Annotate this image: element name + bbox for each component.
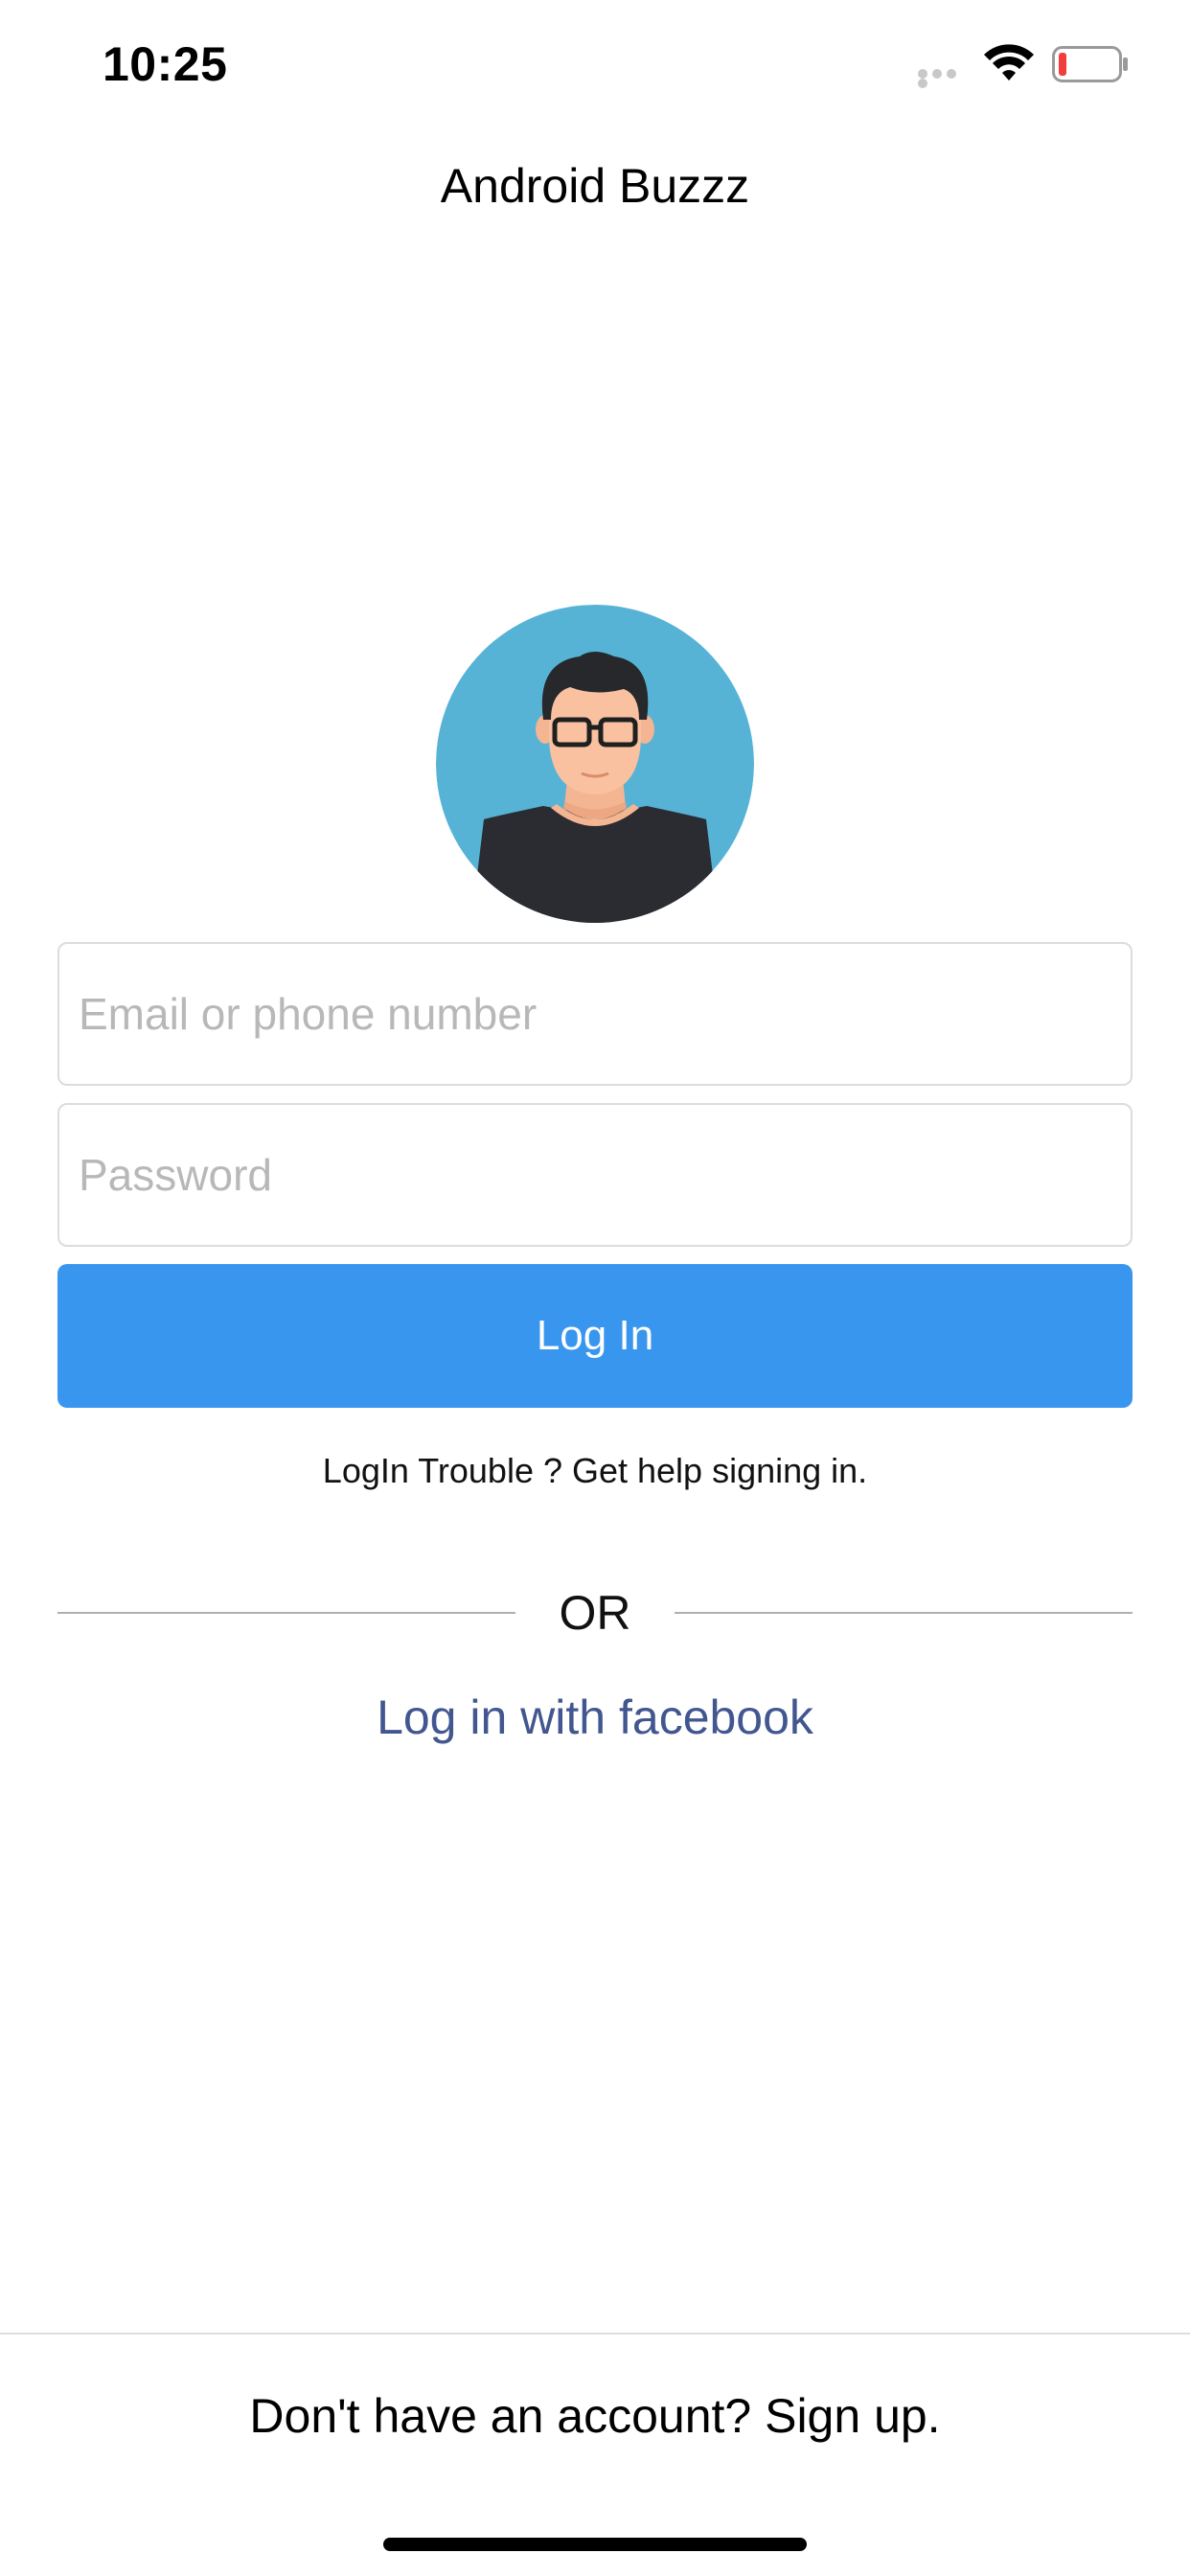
battery-icon <box>1052 46 1128 82</box>
divider-left <box>57 1612 515 1614</box>
signup-link[interactable]: Don't have an account? Sign up. <box>0 2388 1190 2444</box>
email-field[interactable] <box>57 942 1133 1086</box>
home-indicator[interactable] <box>383 2538 807 2551</box>
footer-divider <box>0 2333 1190 2334</box>
or-label: OR <box>559 1586 631 1640</box>
login-button[interactable]: Log In <box>57 1264 1133 1408</box>
login-screen: 10:25 Android Buzzz Email or phone numbe… <box>0 0 1190 2576</box>
divider-right <box>675 1612 1133 1614</box>
status-bar: 10:25 <box>0 0 1190 126</box>
login-help-link[interactable]: LogIn Trouble ? Get help signing in. <box>0 1451 1190 1491</box>
app-title: Android Buzzz <box>440 159 750 213</box>
cellular-signal-icon <box>918 69 973 88</box>
password-field[interactable] <box>57 1103 1133 1247</box>
wifi-icon <box>984 44 1034 80</box>
user-avatar-icon <box>436 605 754 923</box>
facebook-login-link[interactable]: Log in with facebook <box>0 1690 1190 1745</box>
status-time: 10:25 <box>103 37 228 91</box>
